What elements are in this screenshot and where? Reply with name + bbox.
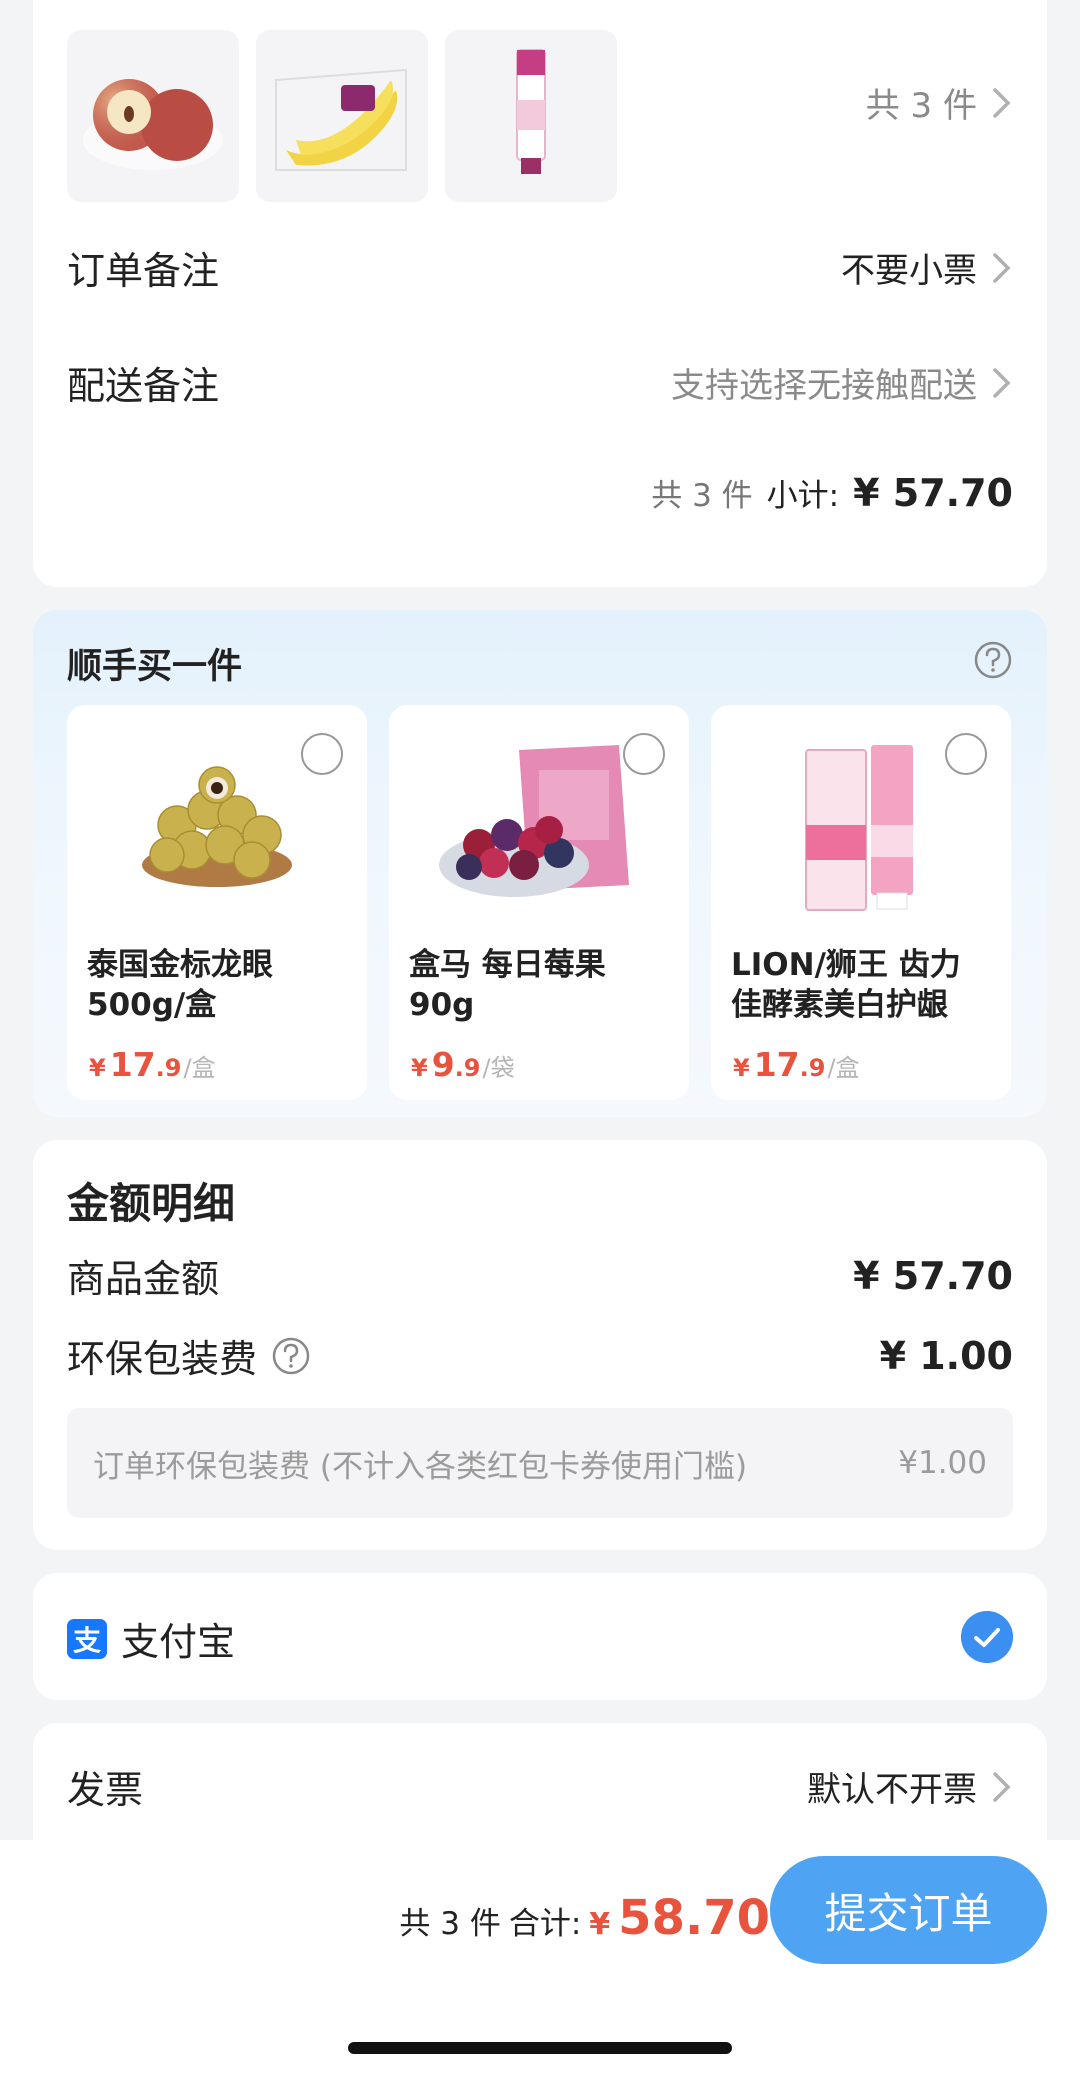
goods-amount-label: 商品金额 (67, 1257, 220, 1301)
invoice-label: 发票 (67, 1768, 144, 1812)
price-integer: 17 (753, 1045, 800, 1084)
packaging-fee-row: 环保包装费 ¥ 1.00 (67, 1328, 1013, 1383)
chevron-right-icon (993, 1771, 1011, 1802)
order-note-row[interactable]: 订单备注 不要小票 (67, 240, 1013, 295)
price-unit: /盒 (827, 1054, 860, 1082)
invoice-row[interactable]: 发票 默认不开票 (67, 1759, 1013, 1814)
addon-item-toothpaste[interactable]: LION/狮王 齿力 佳酵素美白护龈 ¥ 17 .9 /盒 (711, 705, 1011, 1100)
addon-card: 顺手买一件 泰国金标龙眼 500g/盒 ¥ 17 .9 /盒 盒马 每日莓果 9… (33, 610, 1047, 1117)
total-currency: ¥ (589, 1907, 611, 1942)
addon-item-price: ¥ 9 .9 /袋 (411, 1045, 515, 1084)
addon-item-longan[interactable]: 泰国金标龙眼 500g/盒 ¥ 17 .9 /盒 (67, 705, 367, 1100)
price-currency: ¥ (89, 1054, 106, 1082)
order-item-thumb-apple[interactable] (67, 30, 239, 202)
item-count-link[interactable]: 共 3 件 (866, 78, 1013, 127)
order-total: 共 3 件 合计: ¥ 58.70 (399, 1890, 770, 1946)
home-indicator[interactable] (348, 2042, 732, 2054)
addon-list: 泰国金标龙眼 500g/盒 ¥ 17 .9 /盒 盒马 每日莓果 90g ¥ 9… (67, 705, 1011, 1100)
addon-item-price: ¥ 17 .9 /盒 (733, 1045, 860, 1084)
subtotal-count: 共 3 件 (651, 478, 753, 514)
price-currency: ¥ (733, 1054, 750, 1082)
amount-detail-card: 金额明细 商品金额 ¥ 57.70 环保包装费 ¥ 1.00 订单环保包装费 (… (33, 1140, 1047, 1550)
item-count-text: 共 3 件 (865, 86, 977, 126)
total-count: 共 3 件 (399, 1906, 501, 1942)
packaging-fee-value: ¥ 1.00 (879, 1333, 1013, 1378)
packaging-fee-note-value: ¥1.00 (898, 1445, 987, 1481)
price-unit: /袋 (482, 1054, 515, 1082)
help-icon[interactable] (271, 1336, 311, 1376)
delivery-note-row[interactable]: 配送备注 支持选择无接触配送 (67, 355, 1013, 410)
banana-image (275, 68, 407, 171)
price-decimal: .9 (454, 1054, 481, 1082)
total-label: 合计: (508, 1906, 582, 1942)
order-note-value: 不要小票 (841, 251, 977, 291)
addon-item-berries[interactable]: 盒马 每日莓果 90g ¥ 9 .9 /袋 (389, 705, 689, 1100)
amount-title: 金额明细 (67, 1179, 236, 1228)
addon-item-name: 泰国金标龙眼 500g/盒 (87, 947, 273, 1023)
packaging-fee-label: 环保包装费 (67, 1337, 258, 1381)
order-item-thumb-toothpaste[interactable] (445, 30, 617, 202)
addon-item-name: LION/狮王 齿力 佳酵素美白护龈 (731, 947, 961, 1023)
checkmark-icon[interactable] (961, 1611, 1013, 1663)
packaging-fee-note-text: 订单环保包装费 (不计入各类红包卡券使用门槛) (93, 1448, 748, 1485)
delivery-note-label: 配送备注 (67, 364, 220, 408)
subtotal-amount: ¥ 57.70 (853, 471, 1013, 515)
chevron-right-icon (993, 367, 1011, 398)
order-note-label: 订单备注 (67, 249, 220, 293)
addon-select-radio[interactable] (945, 733, 987, 775)
addon-select-radio[interactable] (623, 733, 665, 775)
order-item-thumbnails[interactable] (67, 30, 617, 202)
help-icon[interactable] (973, 640, 1013, 680)
addon-item-name: 盒马 每日莓果 90g (409, 947, 606, 1023)
order-item-thumb-banana[interactable] (256, 30, 428, 202)
payment-card[interactable]: 支 支付宝 (33, 1573, 1047, 1700)
delivery-note-value: 支持选择无接触配送 (671, 366, 977, 406)
payment-method-label: 支付宝 (121, 1620, 236, 1664)
price-currency: ¥ (411, 1054, 428, 1082)
addon-title: 顺手买一件 (67, 647, 243, 687)
payment-method-alipay[interactable]: 支 支付宝 (67, 1611, 235, 1666)
price-integer: 17 (109, 1045, 156, 1084)
order-summary-card: 共 3 件 订单备注 不要小票 配送备注 支持选择无接触配送 共 3 件 小计:… (33, 0, 1047, 587)
price-unit: /盒 (183, 1054, 216, 1082)
goods-amount-row: 商品金额 ¥ 57.70 (67, 1248, 1013, 1303)
toothpaste-image (516, 49, 546, 174)
subtotal: 共 3 件 小计: ¥ 57.70 (651, 470, 1013, 515)
invoice-value: 默认不开票 (807, 1770, 977, 1810)
price-decimal: .9 (155, 1054, 182, 1082)
price-integer: 9 (431, 1045, 455, 1084)
alipay-logo-icon: 支 (67, 1618, 107, 1659)
chevron-right-icon (993, 252, 1011, 283)
chevron-right-icon (993, 87, 1011, 118)
subtotal-label: 小计: (766, 478, 840, 514)
submit-order-button[interactable]: 提交订单 (770, 1856, 1047, 1964)
price-decimal: .9 (799, 1054, 826, 1082)
addon-select-radio[interactable] (301, 733, 343, 775)
addon-item-price: ¥ 17 .9 /盒 (89, 1045, 216, 1084)
total-value: 58.70 (618, 1890, 770, 1946)
apple-image (83, 79, 223, 170)
packaging-fee-note: 订单环保包装费 (不计入各类红包卡券使用门槛) ¥1.00 (67, 1408, 1013, 1518)
goods-amount-value: ¥ 57.70 (853, 1253, 1013, 1298)
